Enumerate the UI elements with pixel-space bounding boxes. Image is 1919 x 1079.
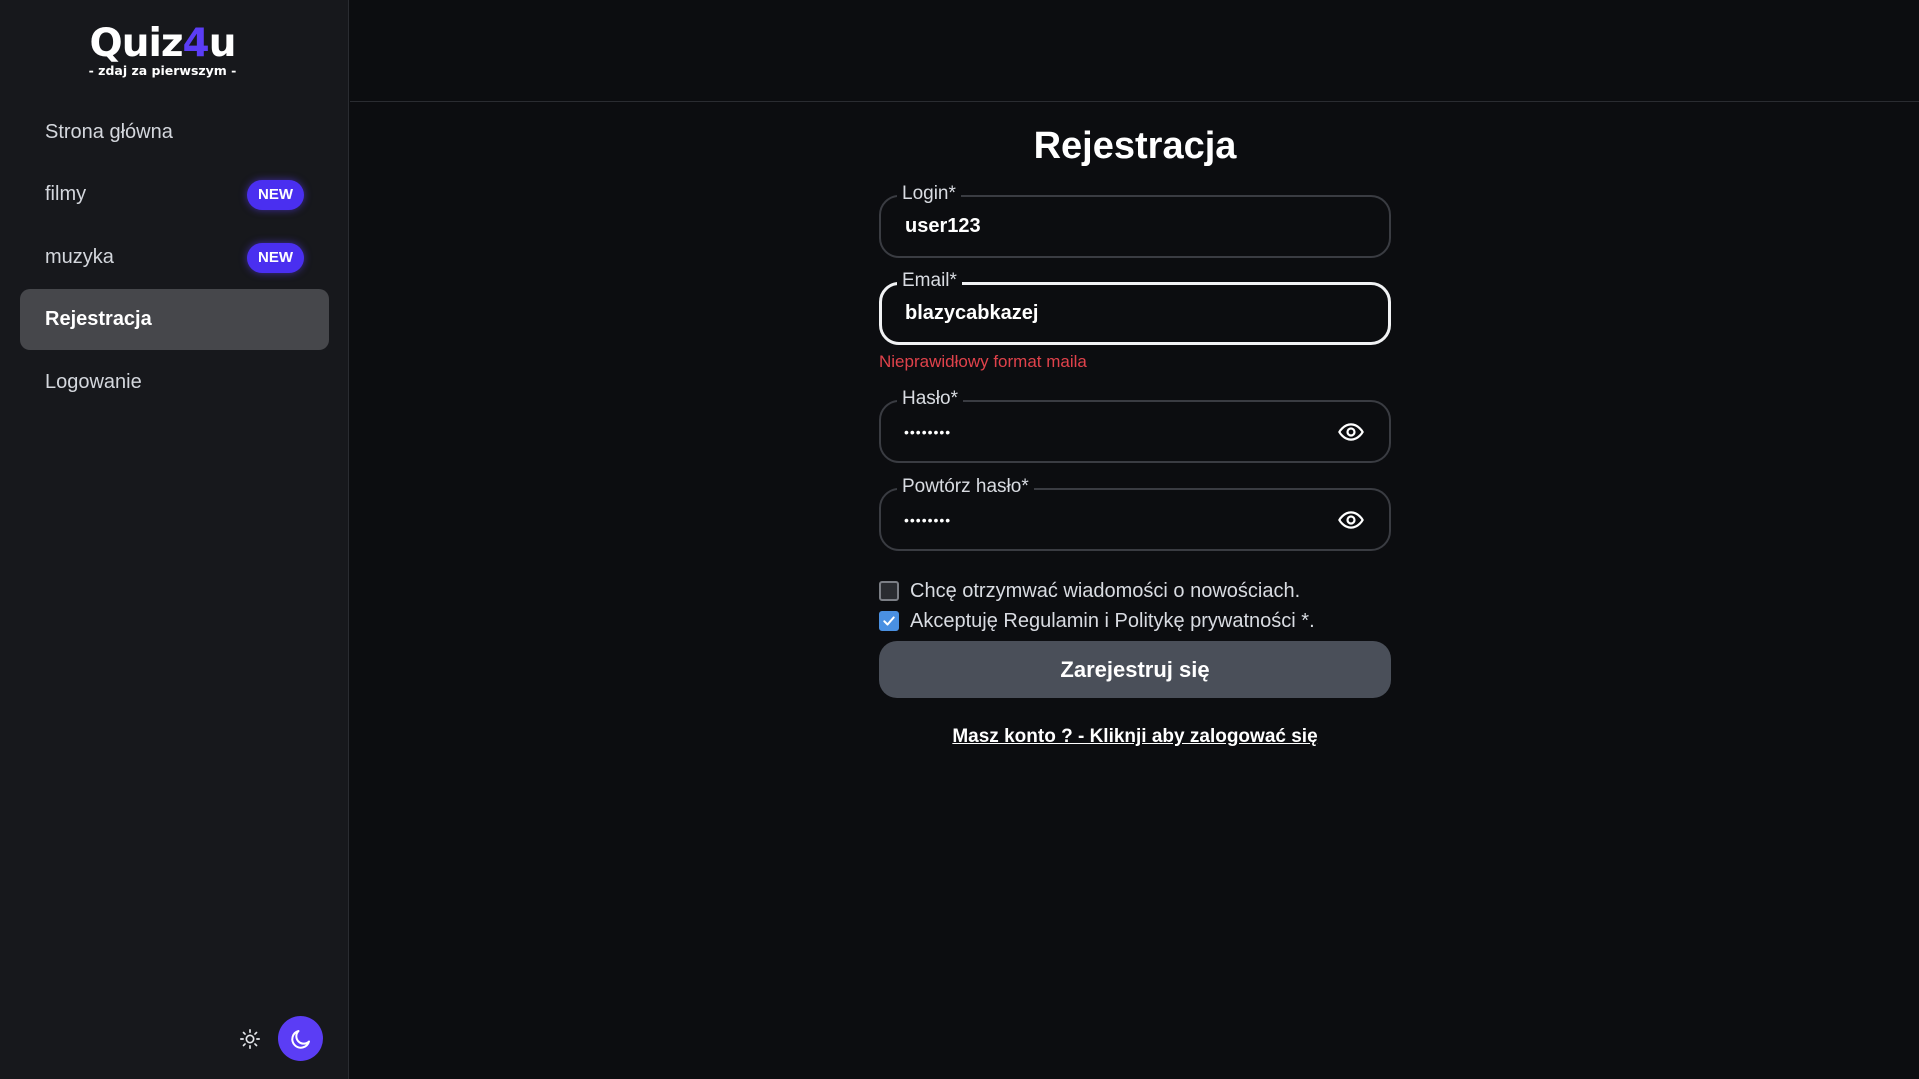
sidebar-item-registration[interactable]: Rejestracja [20, 289, 329, 350]
newsletter-checkbox[interactable] [879, 581, 899, 601]
dark-theme-button[interactable] [278, 1016, 323, 1061]
newsletter-option[interactable]: Chcę otrzymwać wiadomości o nowościach. [879, 579, 1300, 603]
app-root: Quiz4u - zdaj za pierwszym - Strona głów… [0, 0, 1919, 1079]
sidebar-item-home[interactable]: Strona główna [20, 102, 329, 163]
login-field[interactable]: Login* user123 [879, 183, 1391, 258]
brand-logo[interactable]: Quiz4u - zdaj za pierwszym - [0, 22, 325, 78]
brand-name-accent: 4 [182, 21, 210, 66]
repeat-password-input[interactable]: •••••••• [904, 508, 951, 532]
sidebar-item-login[interactable]: Logowanie [20, 352, 329, 413]
check-icon [883, 616, 895, 626]
password-field[interactable]: Hasło* •••••••• [879, 388, 1391, 463]
repeat-password-label: Powtórz hasło* [897, 476, 1034, 498]
terms-label: Akceptuję Regulamin i Politykę prywatnoś… [910, 610, 1315, 632]
show-password-button[interactable] [1337, 418, 1365, 446]
email-field[interactable]: Email* blazycabkazej [879, 270, 1391, 345]
sidebar: Quiz4u - zdaj za pierwszym - Strona głów… [0, 0, 349, 1079]
sidebar-item-movies[interactable]: filmy NEW [20, 164, 329, 225]
eye-icon [1338, 511, 1364, 529]
password-input[interactable]: •••••••• [904, 420, 951, 444]
terms-option[interactable]: Akceptuję Regulamin i Politykę prywatnoś… [879, 609, 1315, 633]
sidebar-item-music[interactable]: muzyka NEW [20, 227, 329, 288]
sidebar-item-label: muzyka [45, 246, 114, 268]
light-theme-button[interactable] [237, 1026, 263, 1052]
email-label: Email* [897, 270, 962, 292]
sidebar-item-label: filmy [45, 183, 87, 205]
page-title: Rejestracja [1033, 125, 1237, 167]
sidebar-item-label: Rejestracja [45, 308, 152, 330]
brand-name-prefix: Quiz [89, 21, 184, 66]
repeat-password-field[interactable]: Powtórz hasło* •••••••• [879, 476, 1391, 551]
sidebar-item-label: Strona główna [45, 121, 173, 143]
login-link[interactable]: Masz konto ? - Kliknji aby zalogować się [879, 725, 1391, 749]
brand-name: Quiz4u [0, 22, 325, 66]
email-error-message: Nieprawidłowy format maila [879, 352, 1087, 371]
email-input[interactable]: blazycabkazej [905, 301, 1038, 325]
brand-tagline: - zdaj za pierwszym - [88, 63, 237, 78]
newsletter-label: Chcę otrzymwać wiadomości o nowościach. [910, 580, 1301, 602]
show-repeat-password-button[interactable] [1337, 506, 1365, 534]
sun-icon [240, 1029, 260, 1049]
terms-checkbox[interactable] [879, 611, 899, 631]
new-badge: NEW [247, 179, 304, 210]
register-button[interactable]: Zarejestruj się [879, 641, 1391, 698]
login-label: Login* [897, 183, 961, 205]
password-label: Hasło* [897, 388, 963, 410]
new-badge: NEW [247, 242, 304, 273]
brand-name-suffix: u [208, 21, 237, 66]
moon-icon [290, 1029, 310, 1049]
top-bar [350, 0, 1919, 102]
sidebar-item-label: Logowanie [45, 371, 142, 393]
login-input[interactable]: user123 [905, 214, 981, 238]
eye-icon [1338, 423, 1364, 441]
